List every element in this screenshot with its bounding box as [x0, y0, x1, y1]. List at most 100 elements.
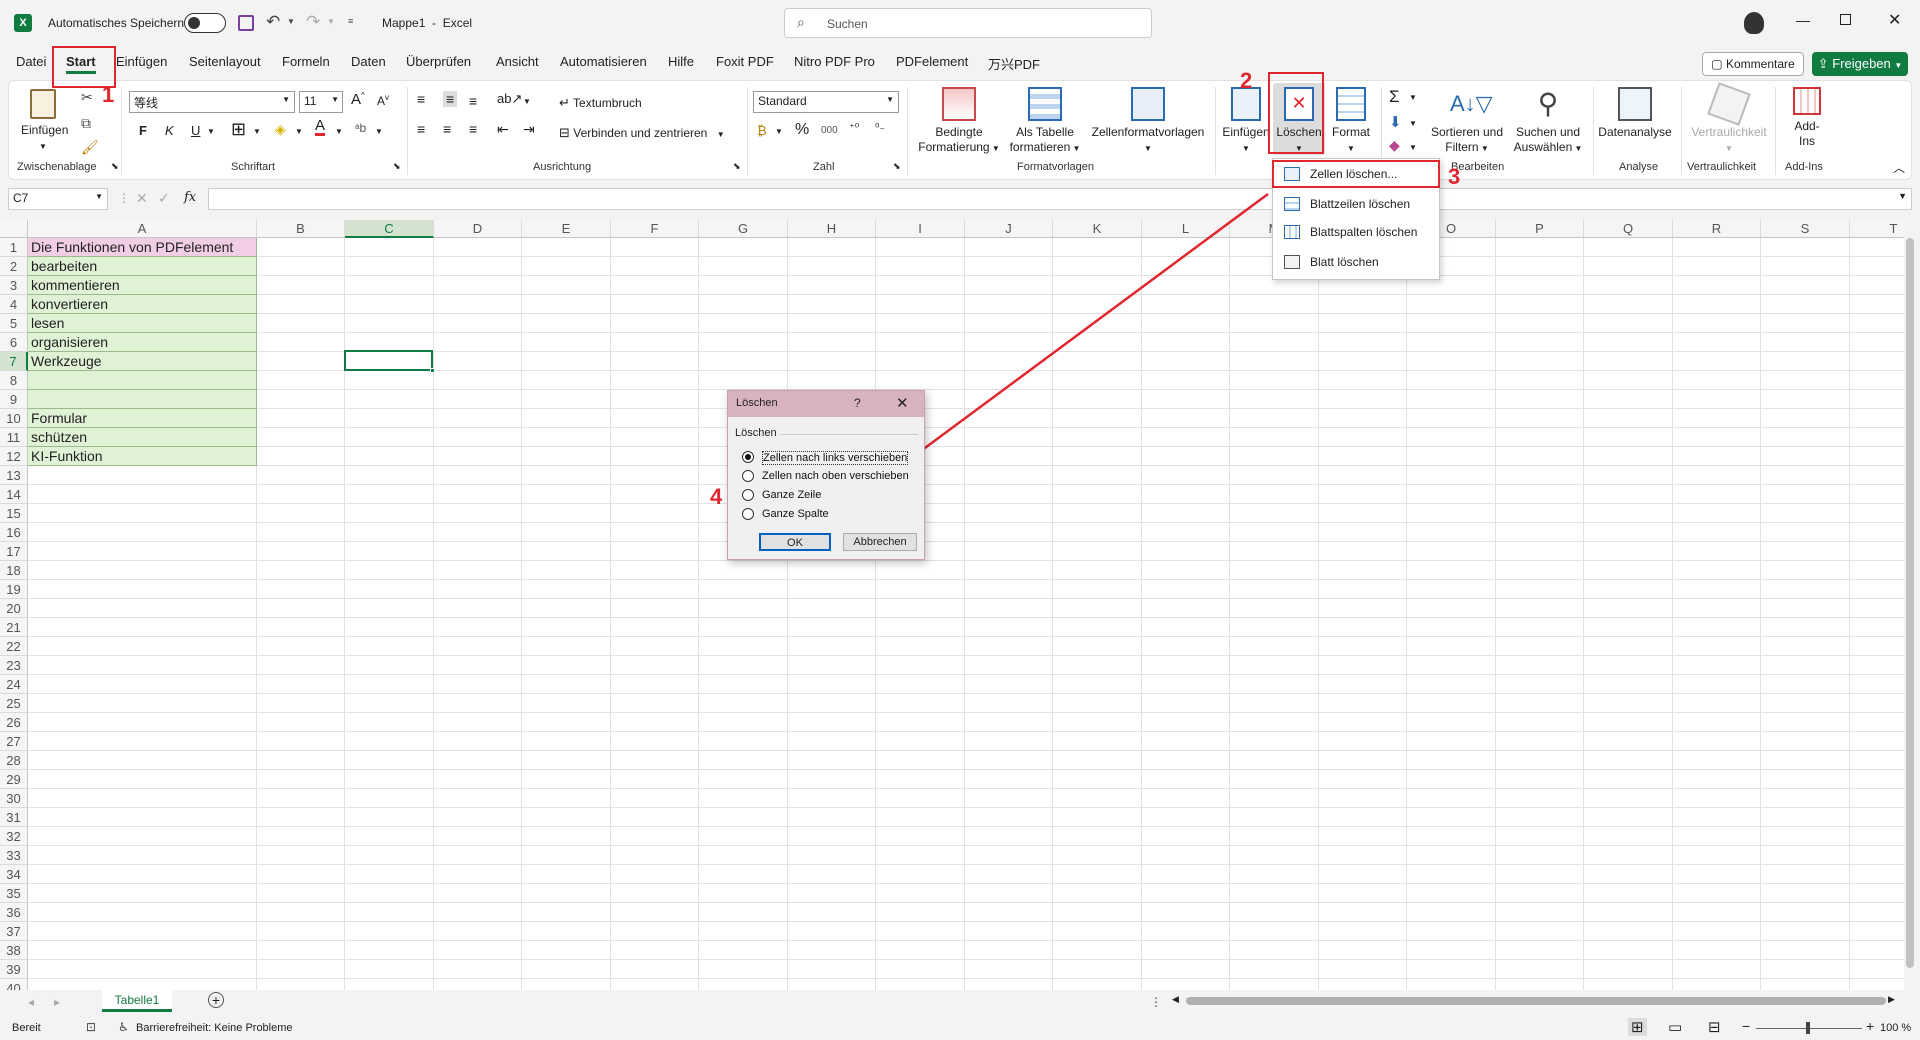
- orientation-icon[interactable]: ab↗: [497, 91, 522, 107]
- confirm-entry-icon[interactable]: ✓: [158, 190, 170, 207]
- insert-cells-button[interactable]: Einfügen ▼: [1221, 87, 1271, 156]
- data-analysis-button[interactable]: Datenanalyse: [1595, 87, 1675, 140]
- tab-wanxing-pdf[interactable]: 万兴PDF: [988, 54, 1040, 73]
- h-scroll-left-icon[interactable]: ◀: [1172, 994, 1179, 1005]
- redo-dropdown-icon[interactable]: ▼: [327, 17, 335, 26]
- column-header-c[interactable]: C: [345, 220, 434, 238]
- column-header-f[interactable]: F: [611, 220, 699, 238]
- row-header-23[interactable]: 23: [0, 656, 28, 675]
- column-header-k[interactable]: K: [1053, 220, 1142, 238]
- row-header-27[interactable]: 27: [0, 732, 28, 751]
- tab-foxit-pdf[interactable]: Foxit PDF: [716, 54, 774, 69]
- tab-nitro-pdf-pro[interactable]: Nitro PDF Pro: [794, 54, 875, 69]
- comments-button[interactable]: ▢ Kommentare: [1702, 52, 1804, 76]
- shrink-font-icon[interactable]: Av: [377, 93, 389, 108]
- undo-icon[interactable]: ↶: [266, 12, 280, 32]
- grow-font-icon[interactable]: A^: [351, 91, 365, 108]
- column-header-t[interactable]: T: [1850, 220, 1904, 238]
- redo-icon[interactable]: ↷: [306, 12, 320, 32]
- row-header-37[interactable]: 37: [0, 922, 28, 941]
- row-header-11[interactable]: 11: [0, 428, 28, 447]
- row-header-13[interactable]: 13: [0, 466, 28, 485]
- italic-button[interactable]: K: [165, 123, 174, 138]
- tab-hilfe[interactable]: Hilfe: [668, 54, 694, 69]
- wrap-text-button[interactable]: ↵ Textumbruch: [559, 95, 642, 111]
- row-header-39[interactable]: 39: [0, 960, 28, 979]
- number-launcher-icon[interactable]: ⬊: [893, 161, 901, 172]
- v-scroll-thumb[interactable]: [1906, 238, 1914, 968]
- column-header-j[interactable]: J: [965, 220, 1053, 238]
- row-header-33[interactable]: 33: [0, 846, 28, 865]
- row-header-7[interactable]: 7: [0, 352, 28, 371]
- option-entire-column[interactable]: Ganze Spalte: [728, 506, 924, 522]
- column-header-g[interactable]: G: [699, 220, 788, 238]
- increase-indent-icon[interactable]: ⇥: [523, 121, 535, 138]
- dialog-close-icon[interactable]: ✕: [896, 394, 909, 412]
- font-color-dropdown-icon[interactable]: ▼: [335, 127, 343, 136]
- collapse-ribbon-icon[interactable]: ︿: [1893, 159, 1905, 176]
- row-header-24[interactable]: 24: [0, 675, 28, 694]
- row-header-2[interactable]: 2: [0, 257, 28, 276]
- dialog-help-button[interactable]: ?: [854, 396, 861, 410]
- cell-a2[interactable]: bearbeiten: [28, 257, 257, 276]
- row-header-38[interactable]: 38: [0, 941, 28, 960]
- insert-function-button[interactable]: fx: [184, 190, 196, 205]
- align-bottom-icon[interactable]: ≡: [469, 93, 477, 109]
- borders-icon[interactable]: ⊞: [231, 119, 246, 140]
- tab-pdfelement[interactable]: PDFelement: [896, 54, 968, 69]
- option-shift-up[interactable]: Zellen nach oben verschieben: [728, 468, 924, 484]
- font-color-icon[interactable]: A: [315, 118, 326, 136]
- add-sheet-icon[interactable]: +: [208, 992, 224, 1008]
- save-icon[interactable]: [238, 15, 254, 31]
- zoom-in-icon[interactable]: +: [1866, 1018, 1874, 1034]
- underline-dropdown-icon[interactable]: ▼: [207, 127, 215, 136]
- option-entire-row[interactable]: Ganze Zeile: [728, 487, 924, 503]
- cell-a1-header[interactable]: Die Funktionen von PDFelement: [28, 238, 257, 257]
- row-header-29[interactable]: 29: [0, 770, 28, 789]
- fill-down-icon[interactable]: ⬇: [1389, 113, 1402, 131]
- sheet-tab-options-icon[interactable]: ⋮: [1150, 995, 1162, 1009]
- align-top-icon[interactable]: ≡: [417, 91, 425, 107]
- find-select-button[interactable]: ⚲ Suchen und Auswählen ▼: [1509, 87, 1587, 156]
- user-avatar[interactable]: [1744, 12, 1764, 34]
- column-header-e[interactable]: E: [522, 220, 611, 238]
- tab-ueberpruefen[interactable]: Überprüfen: [406, 54, 471, 69]
- tab-einfuegen[interactable]: Einfügen: [116, 54, 167, 69]
- bold-button[interactable]: F: [139, 123, 147, 138]
- row-header-12[interactable]: 12: [0, 447, 28, 466]
- align-center-icon[interactable]: ≡: [443, 121, 451, 137]
- row-header-1[interactable]: 1: [0, 238, 28, 257]
- cell-a6[interactable]: organisieren: [28, 333, 257, 352]
- column-header-l[interactable]: L: [1142, 220, 1230, 238]
- row-header-22[interactable]: 22: [0, 637, 28, 656]
- column-header-s[interactable]: S: [1761, 220, 1850, 238]
- share-button[interactable]: ⇪ Freigeben ▼: [1812, 52, 1908, 76]
- fill-dropdown-icon[interactable]: ▼: [1409, 119, 1417, 128]
- cell-a11[interactable]: schützen: [28, 428, 257, 447]
- phonetic-icon[interactable]: ᵃb: [355, 121, 366, 135]
- menu-delete-rows[interactable]: Blattzeilen löschen: [1272, 190, 1440, 218]
- conditional-formatting-button[interactable]: Bedingte Formatierung ▼: [915, 87, 1003, 156]
- cell-a3[interactable]: kommentieren: [28, 276, 257, 295]
- column-header-d[interactable]: D: [434, 220, 522, 238]
- menu-delete-sheet[interactable]: Blatt löschen: [1272, 248, 1440, 276]
- row-header-31[interactable]: 31: [0, 808, 28, 827]
- font-launcher-icon[interactable]: ⬊: [393, 161, 401, 172]
- format-as-table-button[interactable]: Als Tabelle formatieren ▼: [1005, 87, 1085, 156]
- cell-a12[interactable]: KI-Funktion: [28, 447, 257, 466]
- align-right-icon[interactable]: ≡: [469, 121, 477, 137]
- column-header-h[interactable]: H: [788, 220, 876, 238]
- autosave-toggle[interactable]: [184, 13, 226, 33]
- sheet-prev-icon[interactable]: ◂: [28, 995, 34, 1009]
- normal-view-icon[interactable]: ⊞: [1628, 1018, 1647, 1036]
- percent-button[interactable]: %: [795, 121, 809, 139]
- search-box[interactable]: ⌕ Suchen: [784, 8, 1152, 38]
- underline-button[interactable]: U: [191, 123, 200, 138]
- cell-a9[interactable]: [28, 390, 257, 409]
- row-header-4[interactable]: 4: [0, 295, 28, 314]
- clipboard-launcher-icon[interactable]: ⬊: [111, 161, 119, 172]
- tab-daten[interactable]: Daten: [351, 54, 386, 69]
- merge-center-button[interactable]: ⊟ Verbinden und zentrieren ▼: [559, 125, 725, 141]
- radio-shift-left[interactable]: [742, 451, 754, 463]
- row-header-34[interactable]: 34: [0, 865, 28, 884]
